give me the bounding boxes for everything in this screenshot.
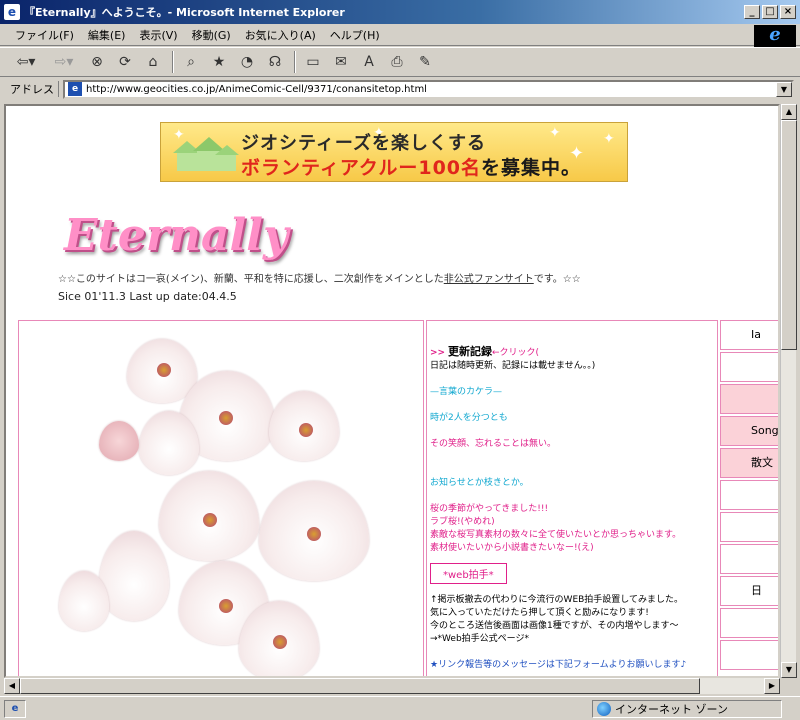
nav-cell[interactable] [720, 480, 778, 510]
chevron-down-icon[interactable]: ▼ [776, 81, 792, 97]
click-hint: ←クリック( [491, 348, 540, 358]
nav-cell-songs[interactable]: Songl [720, 416, 778, 446]
toolbar-separator [294, 51, 296, 73]
address-input[interactable]: e http://www.geocities.co.jp/AnimeComic-… [63, 79, 794, 99]
sparkle-icon: ✦ [549, 125, 561, 141]
menu-go[interactable]: 移動(G) [185, 25, 238, 45]
horizontal-scroll-thumb[interactable] [20, 678, 700, 694]
update-log-heading[interactable]: 更新記録 [448, 345, 492, 358]
link-report-note: ★リンク報告等のメッセージは下記フォームよりお願いします♪ [430, 660, 687, 670]
back-arrow-icon[interactable]: ⇦▾ [8, 50, 44, 74]
history-icon[interactable]: ◔ [234, 50, 260, 74]
geocities-banner[interactable]: ✦ ✦ ✦ ✦ ✦ ジオシティーズを楽しくする ボランティアクルー100名を募集… [160, 122, 628, 182]
menu-bar: ファイル(F) 編集(E) 表示(V) 移動(G) お気に入り(A) ヘルプ(H… [0, 24, 800, 46]
security-zone: インターネット ゾーン [592, 699, 782, 718]
update-line[interactable]: —言葉のカケラ— [430, 386, 717, 399]
nav-cell[interactable] [720, 640, 778, 670]
address-bar: アドレス e http://www.geocities.co.jp/AnimeC… [0, 78, 800, 100]
sakura-image-frame [18, 320, 424, 676]
page-viewport: ✦ ✦ ✦ ✦ ✦ ジオシティーズを楽しくする ボランティアクルー100名を募集… [4, 104, 780, 678]
web-clap-button[interactable]: *web拍手* [430, 563, 507, 584]
sparkle-icon: ✦ [603, 131, 615, 147]
favorites-icon[interactable]: ★ [206, 50, 232, 74]
unofficial-fansite-link[interactable]: 非公式ファンサイト [444, 274, 534, 285]
clap-note-line: 今のところ送信後画面は画像1種ですが、その内増やします〜 [430, 621, 679, 631]
menu-favorites[interactable]: お気に入り(A) [238, 25, 323, 45]
forward-arrow-icon[interactable]: ⇨▾ [46, 50, 82, 74]
status-bar: e インターネット ゾーン [0, 696, 800, 720]
title-bar: e 『Eternally』へようこそ。- Microsoft Internet … [0, 0, 800, 24]
search-icon[interactable]: ⌕ [178, 50, 204, 74]
sparkle-icon: ✦ [173, 127, 185, 143]
banner-line1: ジオシティーズを楽しくする [241, 133, 487, 154]
menu-edit[interactable]: 編集(E) [81, 25, 133, 45]
news-line: 素敵な桜写真素材の数々に全て使いたいとか思っちゃいます。 [430, 530, 682, 540]
site-logo: Eternally [64, 210, 289, 261]
news-line: 素材使いたいから小説書きたいなー!(え) [430, 543, 594, 553]
site-tagline: ☆☆このサイトはコ一哀(メイン)、新蘭、平和を特に応援し、二次創作をメインとした… [58, 274, 581, 285]
news-line: 桜の季節がやってきました!!! [430, 504, 549, 514]
clap-note-line: 気に入っていただけたら押して頂くと励みになります! [430, 608, 649, 618]
maximize-button[interactable]: □ [762, 5, 778, 19]
stop-icon[interactable]: ⊗ [84, 50, 110, 74]
vertical-scroll-thumb[interactable] [781, 120, 797, 350]
zone-label: インターネット ゾーン [615, 702, 728, 716]
nav-cell-prose[interactable]: 散文 [720, 448, 778, 478]
update-line[interactable]: その笑顔、忘れることは無い。 [430, 438, 717, 451]
toolbar: ⇦▾ ⇨▾ ⊗ ⟳ ⌂ ⌕ ★ ◔ ☊ ▭ ✉ A ⎙ ✎ [0, 47, 800, 77]
update-note: 日記は随時更新、記録には載せません。。) [430, 361, 596, 371]
last-update-text: Sice 01'11.3 Last up date:04.4.5 [58, 290, 237, 303]
arrows-glyph: >> [430, 348, 446, 358]
nav-cell[interactable] [720, 384, 778, 414]
page-status-icon: e [4, 699, 26, 718]
nav-cell[interactable] [720, 544, 778, 574]
close-button[interactable]: × [780, 5, 796, 19]
print-icon[interactable]: ⎙ [384, 50, 410, 74]
address-label: アドレス [6, 81, 59, 97]
ie-throbber-logo: e [754, 25, 796, 47]
page-icon: e [68, 82, 82, 96]
news-line: ラブ桜!(やめれ) [430, 517, 495, 527]
nav-cell[interactable] [720, 352, 778, 382]
menu-view[interactable]: 表示(V) [132, 25, 184, 45]
scrollbar-corner [780, 678, 796, 694]
vertical-scrollbar[interactable]: ▲ ▼ [780, 104, 797, 678]
home-icon[interactable]: ⌂ [140, 50, 166, 74]
sakura-blossom-image [59, 331, 399, 676]
fullscreen-icon[interactable]: ▭ [300, 50, 326, 74]
banner-line2: ボランティアクルー100名を募集中。 [241, 157, 582, 179]
ie-page-icon: e [4, 4, 20, 20]
scroll-up-icon[interactable]: ▲ [781, 104, 797, 120]
right-nav: Ia Songl 散文 日 [720, 320, 778, 672]
nav-cell[interactable] [720, 512, 778, 542]
toolbar-separator [172, 51, 174, 73]
update-line[interactable]: 時が2人を分つとも [430, 412, 717, 425]
scroll-down-icon[interactable]: ▼ [781, 662, 797, 678]
window-title: 『Eternally』へようこそ。- Microsoft Internet Ex… [24, 6, 345, 19]
nav-cell[interactable]: Ia [720, 320, 778, 350]
nav-cell-diary[interactable]: 日 [720, 576, 778, 606]
menu-file[interactable]: ファイル(F) [8, 25, 81, 45]
horizontal-scrollbar[interactable]: ◀ ▶ [4, 678, 780, 694]
font-size-icon[interactable]: A [356, 50, 382, 74]
update-log-panel: >> 更新記録←クリック( 日記は随時更新、記録には載せません。。) —言葉のカ… [426, 320, 718, 676]
clap-note-line: ↑掲示板撤去の代わりに今流行のWEB拍手設置してみました。 [430, 595, 684, 605]
channels-icon[interactable]: ☊ [262, 50, 288, 74]
edit-icon[interactable]: ✎ [412, 50, 438, 74]
globe-icon [597, 701, 611, 716]
nav-cell[interactable] [720, 608, 778, 638]
update-line[interactable]: お知らせとか枝きとか。 [430, 477, 717, 490]
scroll-right-icon[interactable]: ▶ [764, 678, 780, 694]
mail-icon[interactable]: ✉ [328, 50, 354, 74]
address-url: http://www.geocities.co.jp/AnimeComic-Ce… [86, 83, 427, 95]
minimize-button[interactable]: _ [744, 5, 760, 19]
menu-help[interactable]: ヘルプ(H) [323, 25, 387, 45]
refresh-icon[interactable]: ⟳ [112, 50, 138, 74]
scroll-left-icon[interactable]: ◀ [4, 678, 20, 694]
clap-official-link[interactable]: →*Web拍手公式ページ* [430, 633, 717, 646]
